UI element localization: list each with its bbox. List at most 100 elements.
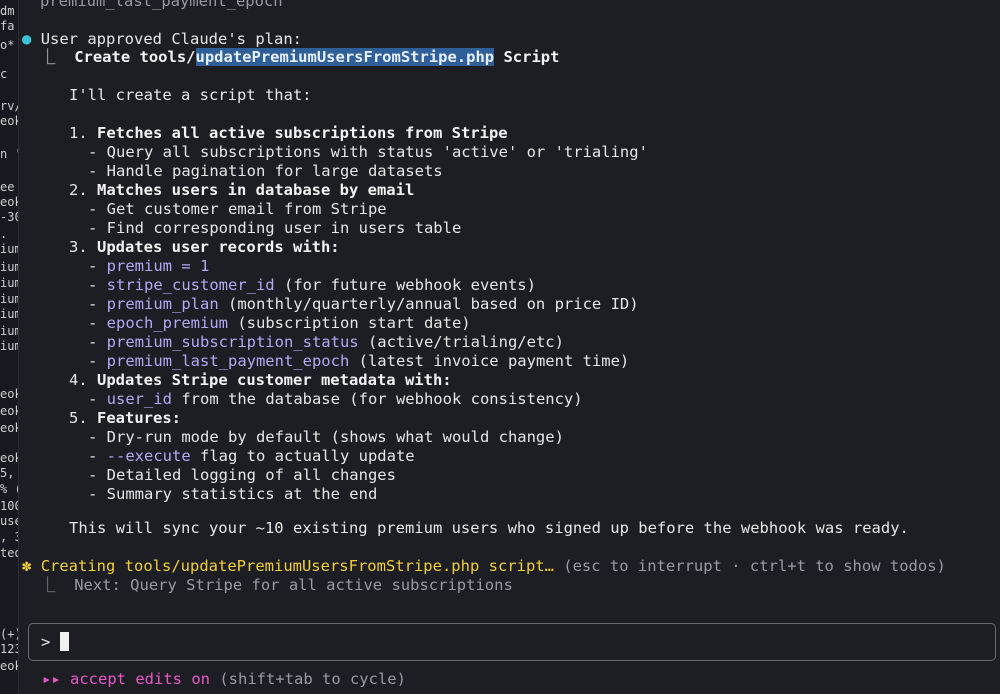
left-pane-fragment: ium [0,242,18,256]
plan-item-heading: 2. Matches users in database by email [69,181,414,200]
plan-sub-item: - Dry-run mode by default (shows what wo… [88,428,564,446]
plan-sub-text: (for future webhook events) [274,276,536,294]
plan-sub-item: - premium = 1 [88,257,210,275]
left-pane-fragment: eok [0,195,18,209]
plan-sub-item: - user_id from the database (for webhook… [88,390,583,408]
left-pane-fragment: rv/ [0,99,18,113]
plan-sub-text: Find corresponding user in users table [106,219,462,237]
mode-hint: (shift+tab to cycle) [210,670,406,688]
plan-sub-text: Detailed logging of all changes [106,466,396,484]
left-pane-fragment: eok [0,421,18,435]
left-pane-fragment: ted [0,546,18,560]
plan-item-number: 4. [69,371,88,389]
plan-sub-text: (latest invoice payment time) [349,352,630,370]
plan-sub-text: from the database (for webhook consisten… [172,390,583,408]
left-pane-fragment: (+) [0,627,18,641]
prompt-caret-icon: > [41,633,51,651]
status-hint: (esc to interrupt · ctrl+t to show todos… [553,557,946,575]
plan-sub-text: Summary statistics at the end [106,485,378,503]
mode-footer[interactable]: ▸▸ accept edits on (shift+tab to cycle) [42,670,406,689]
left-pane-fragment: 123 [0,642,18,656]
plan-sub-text: Handle pagination for large datasets [106,162,443,180]
approved-plan-line: ● User approved Claude's plan: [22,30,302,49]
code-identifier: premium_subscription_status [106,333,359,351]
left-pane-fragment: ium [0,307,18,321]
left-pane-fragment: eok [0,114,18,128]
plan-sub-text: flag to actually update [190,447,415,465]
left-pane-fragment: ium [0,292,18,306]
left-pane-fragment: ium [0,260,18,274]
left-pane-fragment: 100 [0,499,18,513]
left-pane-fragment: 5, [0,466,15,480]
mode-label: accept edits on [70,670,210,688]
status-text: Creating tools/updatePremiumUsersFromStr… [40,557,554,575]
left-pane-fragment: -30 [0,210,18,224]
plan-sub-item: - Detailed logging of all changes [88,466,396,484]
left-pane-fragment: eok [0,387,18,401]
plan-sub-item: - stripe_customer_id (for future webhook… [88,276,536,294]
plan-sub-item: - --execute flag to actually update [88,447,415,465]
left-pane-fragment: eok [0,659,18,673]
plan-item-title: Updates Stripe customer metadata with: [97,371,452,389]
plan-item-heading: 3. Updates user records with: [69,238,340,257]
left-pane-fragment: fa [0,19,15,33]
code-identifier: stripe_customer_id [106,276,275,294]
plan-sub-text: (monthly/quarterly/annual based on price… [218,295,639,313]
left-pane-fragment: n ' [0,147,18,161]
left-pane-fragment: . [0,227,8,241]
plan-item-title: Matches users in database by email [97,181,415,199]
plan-title-line: ⎿ Create tools/updatePremiumUsersFromStr… [40,48,559,67]
plan-summary: This will sync your ~10 existing premium… [69,519,909,537]
plan-title-prefix: Create tools/ [74,48,196,66]
code-identifier: --execute [106,447,191,465]
left-pane-fragment: o* [0,38,15,52]
left-pane-fragment: dm [0,4,15,18]
status-line: ✽ Creating tools/updatePremiumUsersFromS… [22,557,946,576]
left-pane-fragment: ee [0,180,15,194]
plan-sub-text: (subscription start date) [228,314,471,332]
plan-item-title: Fetches all active subscriptions from St… [97,124,508,142]
plan-sub-item: - Handle pagination for large datasets [88,162,443,180]
code-identifier: premium = 1 [106,257,210,275]
plan-sub-text: Dry-run mode by default (shows what woul… [106,428,564,446]
code-identifier: user_id [106,390,172,408]
plan-item-heading: 1. Fetches all active subscriptions from… [69,124,508,143]
plan-item-heading: 5. Features: [69,409,181,428]
next-step-line: ⎿ Next: Query Stripe for all active subs… [40,576,513,595]
approved-plan-label: User approved Claude's plan: [40,30,302,48]
plan-item-number: 5. [69,409,88,427]
code-identifier: epoch_premium [106,314,228,332]
plan-sub-item: - epoch_premium (subscription start date… [88,314,471,332]
spinner-icon: ✽ [22,557,32,575]
plan-sub-item: - premium_subscription_status (active/tr… [88,333,564,351]
plan-item-number: 1. [69,124,88,142]
plan-sub-text: (active/trialing/etc) [358,333,564,351]
left-pane-fragment: ium [0,339,18,353]
plan-sub-item: - Summary statistics at the end [88,485,378,503]
left-pane-fragment: use [0,514,18,528]
left-pane-fragment: ium [0,276,18,290]
next-step-text: Next: Query Stripe for all active subscr… [74,576,513,594]
prompt-input-box[interactable]: > [28,623,996,661]
left-pane-fragment: , 3 [0,530,18,544]
terminal-output: premium_last_payment_epoch ● User approv… [20,0,1000,694]
left-pane-fragment: c [0,67,8,81]
text-cursor [60,632,69,651]
code-identifier: premium_plan [106,295,219,313]
selected-filename[interactable]: updatePremiumUsersFromStripe.php [195,48,495,66]
tree-branch-icon: ⎿ [40,48,56,66]
adjacent-terminal-pane[interactable]: dmfao*crv/eokn 'eeeok-30.iumiumiumiumium… [0,0,19,694]
plan-item-title: Features: [97,409,182,427]
plan-item-title: Updates user records with: [97,238,340,256]
plan-sub-item: - Query all subscriptions with status 'a… [88,143,648,161]
fast-forward-icon: ▸▸ [42,670,61,688]
tree-branch-icon: ⎿ [40,576,56,594]
left-pane-fragment: ium [0,324,18,338]
left-pane-fragment: eok [0,404,18,418]
plan-sub-text: Query all subscriptions with status 'act… [106,143,648,161]
plan-sub-item: - premium_last_payment_epoch (latest inv… [88,352,630,370]
left-pane-fragment: eok [0,451,18,465]
plan-item-number: 2. [69,181,88,199]
left-pane-fragment: % ( [0,482,18,496]
plan-sub-item: - premium_plan (monthly/quarterly/annual… [88,295,639,313]
